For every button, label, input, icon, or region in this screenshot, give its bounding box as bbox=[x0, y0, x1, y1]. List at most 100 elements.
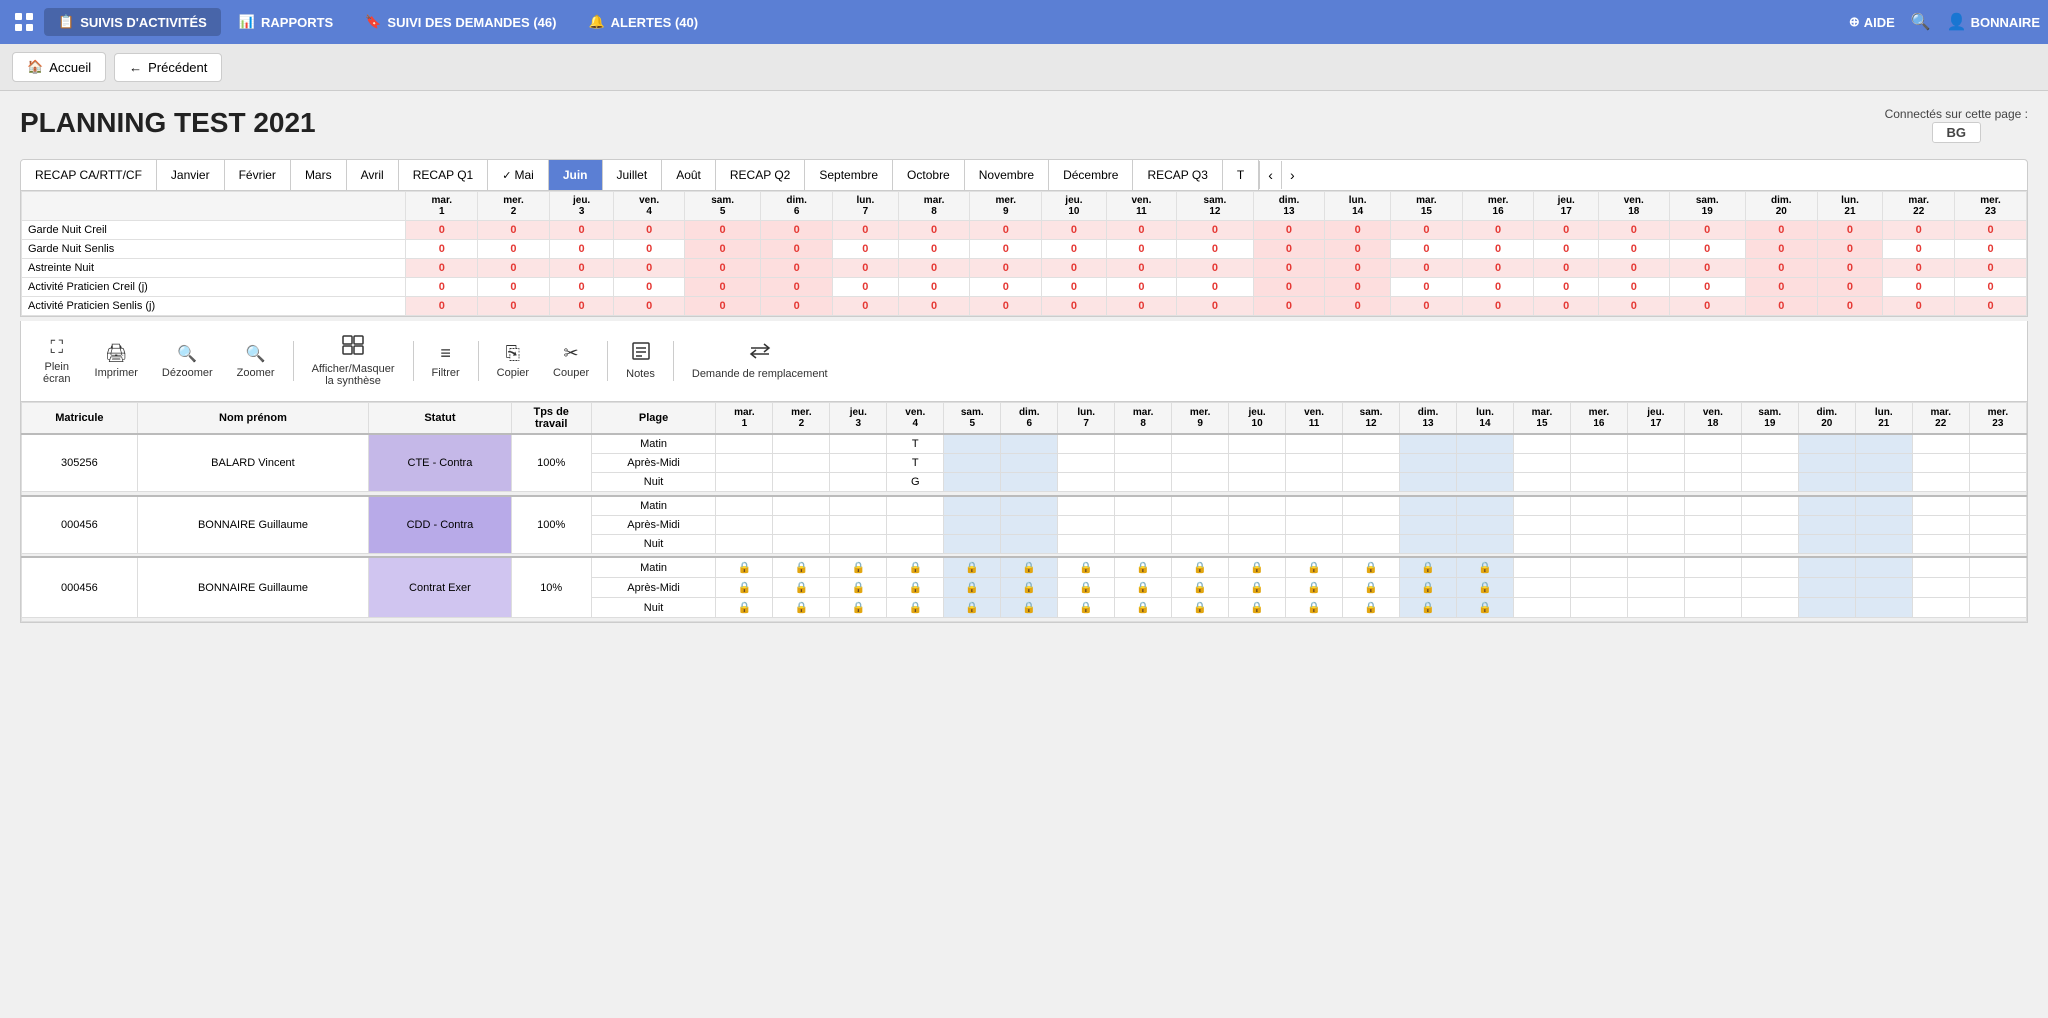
cell-day[interactable] bbox=[1741, 496, 1798, 516]
cell-day[interactable] bbox=[1627, 454, 1684, 473]
cell-day[interactable]: 🔒 bbox=[944, 598, 1001, 618]
cell-day[interactable] bbox=[1798, 473, 1855, 492]
cell-day[interactable] bbox=[1343, 434, 1400, 454]
cell-day[interactable] bbox=[1627, 496, 1684, 516]
cell-day[interactable] bbox=[1912, 473, 1969, 492]
tab-juin[interactable]: Juin bbox=[549, 160, 603, 190]
cell-day[interactable] bbox=[1798, 557, 1855, 578]
copier-button[interactable]: ⎘ Copier bbox=[487, 337, 539, 385]
cell-day[interactable]: 🔒 bbox=[830, 557, 887, 578]
cell-day[interactable]: 🔒 bbox=[1286, 578, 1343, 598]
cell-day[interactable] bbox=[1570, 454, 1627, 473]
cell-day[interactable] bbox=[1684, 557, 1741, 578]
cell-day[interactable] bbox=[1172, 473, 1229, 492]
cell-day[interactable] bbox=[1855, 473, 1912, 492]
cell-day[interactable] bbox=[716, 454, 773, 473]
cell-day[interactable]: 🔒 bbox=[773, 557, 830, 578]
cell-day[interactable]: 🔒 bbox=[1457, 557, 1514, 578]
tab-novembre[interactable]: Novembre bbox=[965, 160, 1049, 190]
cell-day[interactable] bbox=[830, 473, 887, 492]
cell-day[interactable] bbox=[1457, 534, 1514, 553]
cell-day[interactable] bbox=[1513, 557, 1570, 578]
cell-day[interactable] bbox=[1855, 496, 1912, 516]
cell-day[interactable] bbox=[1684, 496, 1741, 516]
cell-day[interactable] bbox=[1570, 434, 1627, 454]
cell-day[interactable] bbox=[1172, 496, 1229, 516]
tab-mai[interactable]: ✓ Mai bbox=[488, 160, 549, 190]
tab-fevrier[interactable]: Février bbox=[225, 160, 291, 190]
cell-day[interactable]: 🔒 bbox=[1058, 598, 1115, 618]
cell-day[interactable] bbox=[1570, 473, 1627, 492]
tab-prev[interactable]: ‹ bbox=[1259, 161, 1281, 189]
cell-day[interactable]: T bbox=[887, 434, 944, 454]
cell-day[interactable]: 🔒 bbox=[1115, 557, 1172, 578]
cell-day[interactable] bbox=[1912, 598, 1969, 618]
cell-day[interactable]: 🔒 bbox=[1115, 578, 1172, 598]
cell-day[interactable] bbox=[1513, 496, 1570, 516]
cell-day[interactable] bbox=[1684, 515, 1741, 534]
cell-day[interactable] bbox=[1513, 598, 1570, 618]
cell-day[interactable]: 🔒 bbox=[716, 598, 773, 618]
cell-day[interactable]: 🔒 bbox=[1001, 598, 1058, 618]
cell-day[interactable] bbox=[773, 454, 830, 473]
cell-day[interactable] bbox=[887, 496, 944, 516]
tab-t[interactable]: T bbox=[1223, 160, 1259, 190]
cell-day[interactable] bbox=[1855, 598, 1912, 618]
cell-day[interactable] bbox=[1855, 578, 1912, 598]
cell-day[interactable] bbox=[1286, 496, 1343, 516]
cell-day[interactable] bbox=[1115, 454, 1172, 473]
cell-day[interactable]: 🔒 bbox=[887, 598, 944, 618]
cell-day[interactable] bbox=[1400, 515, 1457, 534]
cell-day[interactable] bbox=[716, 515, 773, 534]
cell-day[interactable] bbox=[1570, 598, 1627, 618]
tab-juillet[interactable]: Juillet bbox=[603, 160, 663, 190]
tab-avril[interactable]: Avril bbox=[347, 160, 399, 190]
tab-septembre[interactable]: Septembre bbox=[805, 160, 893, 190]
cell-day[interactable] bbox=[1969, 557, 2026, 578]
precedent-button[interactable]: ← Précédent bbox=[114, 53, 222, 82]
cell-day[interactable] bbox=[1457, 454, 1514, 473]
cell-day[interactable] bbox=[1855, 534, 1912, 553]
cell-day[interactable] bbox=[1741, 598, 1798, 618]
cell-day[interactable] bbox=[1627, 473, 1684, 492]
cell-day[interactable] bbox=[1343, 496, 1400, 516]
cell-day[interactable]: 🔒 bbox=[1400, 598, 1457, 618]
cell-day[interactable] bbox=[830, 534, 887, 553]
cell-day[interactable] bbox=[1627, 534, 1684, 553]
demande-remplacement-button[interactable]: Demande de remplacement bbox=[682, 336, 838, 386]
cell-day[interactable] bbox=[1172, 434, 1229, 454]
cell-day[interactable] bbox=[1229, 473, 1286, 492]
cell-day[interactable] bbox=[1969, 473, 2026, 492]
grid-icon[interactable] bbox=[8, 6, 40, 38]
cell-day[interactable] bbox=[1229, 434, 1286, 454]
dezoomer-button[interactable]: 🔍 Dézoomer bbox=[152, 338, 223, 385]
cell-day[interactable] bbox=[1969, 454, 2026, 473]
cell-day[interactable] bbox=[1172, 534, 1229, 553]
cell-day[interactable] bbox=[1969, 598, 2026, 618]
cell-day[interactable] bbox=[1741, 454, 1798, 473]
user-button[interactable]: 👤 BONNAIRE bbox=[1947, 12, 2040, 32]
tab-recap-q3[interactable]: RECAP Q3 bbox=[1133, 160, 1222, 190]
cell-day[interactable] bbox=[1570, 557, 1627, 578]
tab-recap-q2[interactable]: RECAP Q2 bbox=[716, 160, 805, 190]
cell-day[interactable] bbox=[1400, 496, 1457, 516]
cell-day[interactable]: 🔒 bbox=[1001, 578, 1058, 598]
cell-day[interactable] bbox=[944, 454, 1001, 473]
cell-day[interactable] bbox=[1798, 496, 1855, 516]
cell-day[interactable] bbox=[1912, 557, 1969, 578]
cell-day[interactable] bbox=[773, 515, 830, 534]
cell-day[interactable] bbox=[1229, 496, 1286, 516]
cell-day[interactable] bbox=[1286, 515, 1343, 534]
cell-day[interactable] bbox=[1741, 557, 1798, 578]
cell-day[interactable] bbox=[1058, 496, 1115, 516]
plein-ecran-button[interactable]: ⛶ Pleinécran bbox=[33, 331, 81, 391]
cell-day[interactable] bbox=[1513, 473, 1570, 492]
cell-day[interactable] bbox=[1513, 434, 1570, 454]
cell-day[interactable] bbox=[1912, 534, 1969, 553]
cell-day[interactable]: 🔒 bbox=[1115, 598, 1172, 618]
cell-day[interactable] bbox=[1400, 534, 1457, 553]
cell-day[interactable] bbox=[1115, 473, 1172, 492]
search-button[interactable]: 🔍 bbox=[1911, 12, 1931, 32]
cell-day[interactable] bbox=[1570, 534, 1627, 553]
cell-day[interactable] bbox=[1798, 454, 1855, 473]
